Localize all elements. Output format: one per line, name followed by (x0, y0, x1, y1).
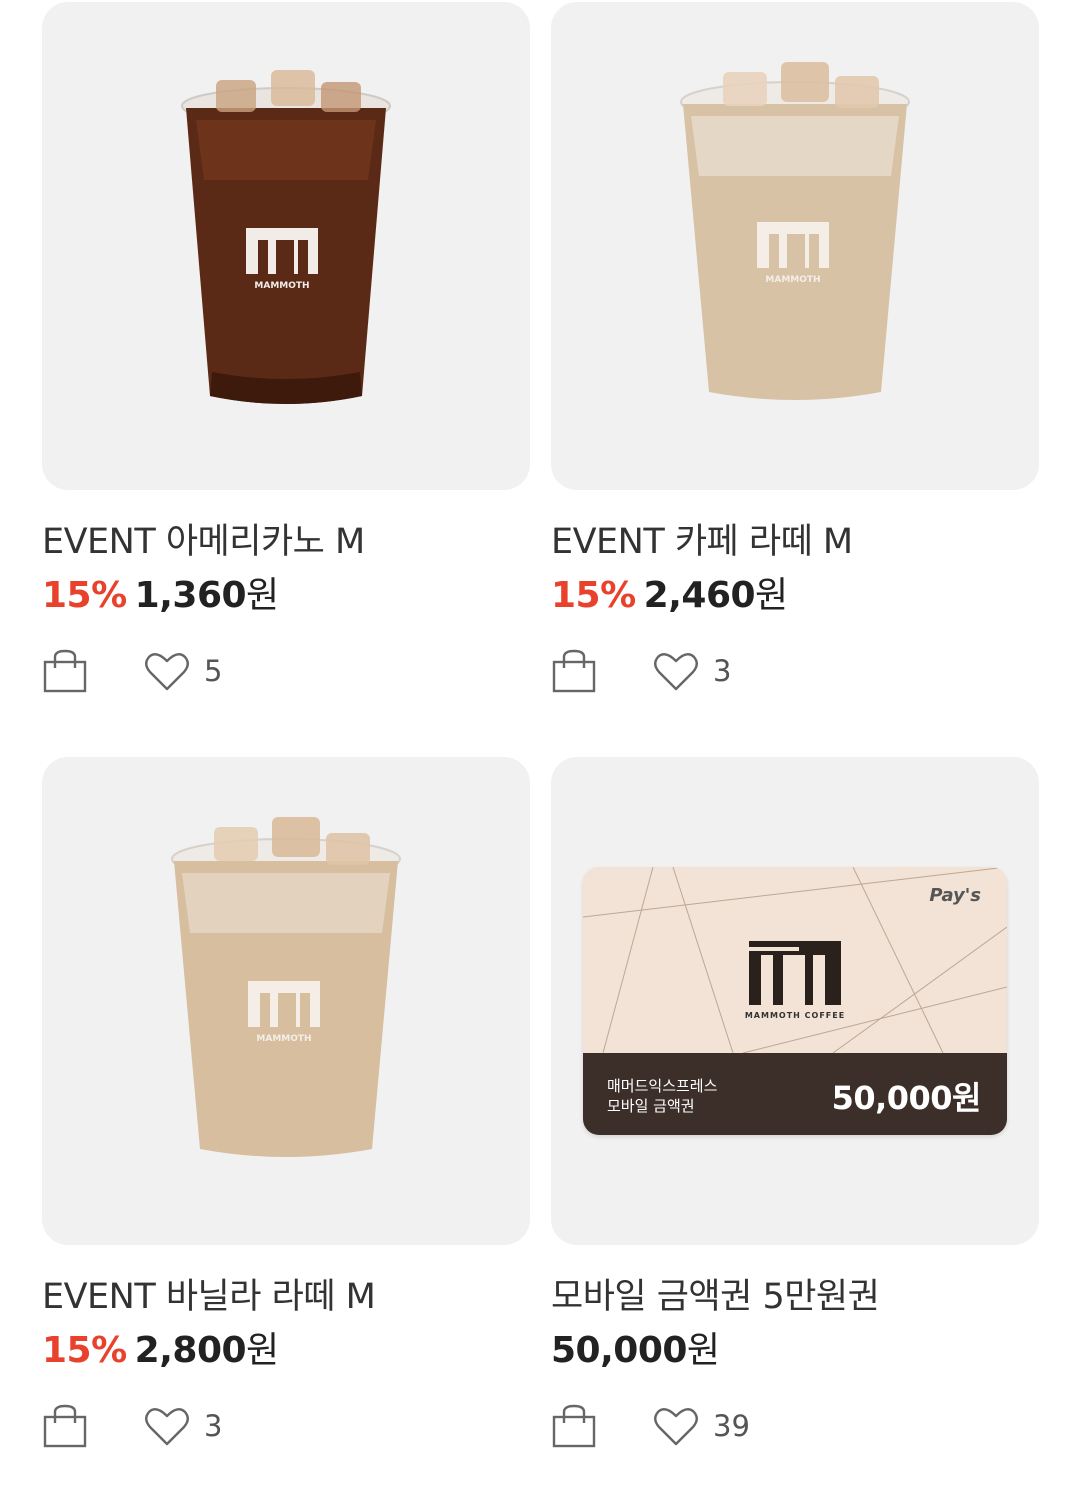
discount-rate: 15% (42, 575, 127, 616)
price: 2,460 (643, 575, 756, 616)
heart-icon (145, 1408, 189, 1446)
heart-icon (145, 653, 189, 691)
voucher-amount: 50,000원 (831, 1079, 982, 1117)
like-count: 39 (713, 1409, 750, 1443)
cup-logo-text: MAMMOTH (256, 1034, 311, 1044)
add-to-cart-button[interactable] (42, 648, 88, 694)
iced-americano-image: MAMMOTH (176, 60, 396, 420)
cup-logo-text: MAMMOTH (765, 275, 820, 285)
like-count: 3 (713, 654, 732, 688)
voucher-bottom-bar: 매머드익스프레스 모바일 금액권 50,000원 (583, 1053, 1007, 1135)
product-name[interactable]: 모바일 금액권 5만원권 (551, 1275, 1039, 1319)
iced-vanilla-latte-image: MAMMOTH (168, 815, 404, 1175)
card-actions: 5 (42, 646, 530, 696)
currency: 원 (246, 1330, 279, 1371)
price-row: 15% 2,800원 (42, 1329, 530, 1373)
product-image[interactable]: MAMMOTH (42, 757, 530, 1245)
shopping-bag-icon (43, 649, 87, 693)
add-to-cart-button[interactable] (42, 1403, 88, 1449)
iced-latte-image: MAMMOTH (677, 58, 913, 418)
mammoth-logo-icon (749, 941, 841, 1005)
product-image[interactable]: Pay's MAMMOTH COFFEE 매머드익스프레스 모바일 금액권 50… (551, 757, 1039, 1245)
voucher-line1: 매머드익스프레스 (607, 1077, 718, 1095)
price-row: 15% 2,460원 (551, 574, 1039, 618)
price: 2,800 (134, 1330, 247, 1371)
like-count: 5 (204, 654, 223, 688)
discount-rate: 15% (42, 1330, 127, 1371)
voucher-brand-name: MAMMOTH COFFEE (744, 1011, 846, 1020)
price: 1,360 (134, 575, 247, 616)
heart-icon (654, 653, 698, 691)
card-actions: 3 (42, 1401, 530, 1451)
shopping-bag-icon (552, 649, 596, 693)
currency: 원 (246, 575, 279, 616)
card-actions: 3 (551, 646, 1039, 696)
currency: 원 (755, 575, 788, 616)
product-name[interactable]: EVENT 아메리카노 M (42, 520, 530, 564)
shopping-bag-icon (552, 1404, 596, 1448)
price-row: 15% 1,360원 (42, 574, 530, 618)
cup-logo-text: MAMMOTH (254, 281, 309, 291)
discount-rate: 15% (551, 575, 636, 616)
product-card[interactable]: MAMMOTH EVENT 아메리카노 M 15% 1,360원 5 (42, 2, 530, 696)
product-card[interactable]: MAMMOTH EVENT 카페 라떼 M 15% 2,460원 3 (551, 2, 1039, 696)
card-actions: 39 (551, 1401, 1039, 1451)
heart-icon (654, 1408, 698, 1446)
like-count: 3 (204, 1409, 223, 1443)
product-name[interactable]: EVENT 바닐라 라떼 M (42, 1275, 530, 1319)
price: 50,000 (551, 1330, 687, 1371)
price-row: 50,000원 (551, 1329, 1039, 1373)
product-image[interactable]: MAMMOTH (551, 2, 1039, 490)
currency: 원 (686, 1330, 720, 1371)
like-button[interactable]: 39 (653, 1405, 750, 1447)
product-card[interactable]: MAMMOTH EVENT 바닐라 라떼 M 15% 2,800원 3 (42, 757, 530, 1451)
add-to-cart-button[interactable] (551, 1403, 597, 1449)
pays-badge: Pay's (929, 885, 981, 906)
voucher-line2: 모바일 금액권 (607, 1097, 695, 1115)
product-name[interactable]: EVENT 카페 라떼 M (551, 520, 1039, 564)
product-image[interactable]: MAMMOTH (42, 2, 530, 490)
like-button[interactable]: 3 (144, 1405, 222, 1447)
add-to-cart-button[interactable] (551, 648, 597, 694)
like-button[interactable]: 5 (144, 650, 222, 692)
product-card[interactable]: Pay's MAMMOTH COFFEE 매머드익스프레스 모바일 금액권 50… (551, 757, 1039, 1451)
like-button[interactable]: 3 (653, 650, 731, 692)
shopping-bag-icon (43, 1404, 87, 1448)
gift-voucher-image: Pay's MAMMOTH COFFEE 매머드익스프레스 모바일 금액권 50… (583, 867, 1007, 1135)
